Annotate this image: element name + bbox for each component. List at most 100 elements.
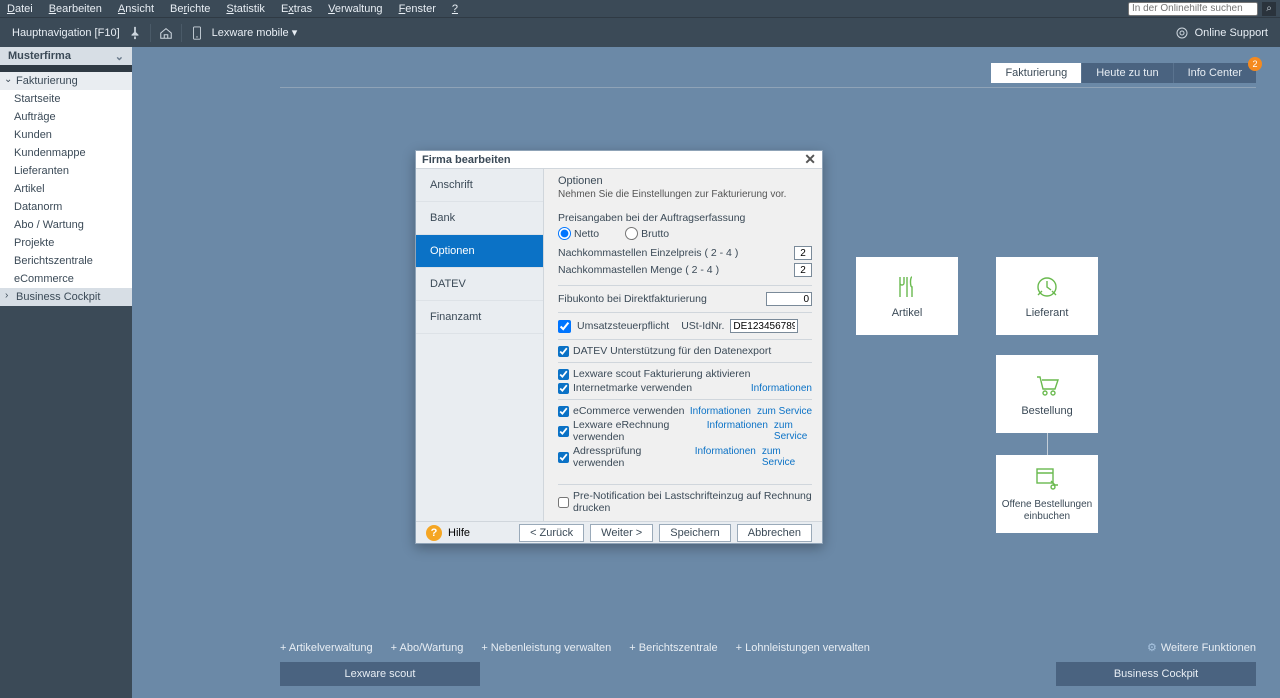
sidebar: Musterfirma ⌄ Fakturierung Startseite Au…	[0, 47, 132, 698]
nav-projekte[interactable]: Projekte	[0, 234, 132, 252]
lexware-mobile-dropdown[interactable]: Lexware mobile ▾	[212, 26, 298, 39]
nav-abo-wartung[interactable]: Abo / Wartung	[0, 216, 132, 234]
info-center-badge: 2	[1248, 57, 1262, 71]
content-divider	[280, 87, 1256, 88]
nav-berichtszentrale[interactable]: Berichtszentrale	[0, 252, 132, 270]
home-icon[interactable]	[159, 25, 173, 41]
dialog-title: Firma bearbeiten	[422, 154, 511, 166]
more-functions-link[interactable]: ⚙Weitere Funktionen	[1147, 641, 1256, 654]
save-button[interactable]: Speichern	[659, 524, 731, 542]
erech-info-link[interactable]: Informationen	[707, 420, 768, 442]
nav-datanorm[interactable]: Datanorm	[0, 198, 132, 216]
book-cart-icon	[1033, 465, 1061, 493]
datev-label: DATEV Unterstützung für den Datenexport	[573, 345, 771, 357]
tab-fakturierung[interactable]: Fakturierung	[991, 63, 1082, 83]
pin-icon[interactable]	[128, 25, 142, 41]
help-button[interactable]: ? Hilfe	[426, 525, 470, 541]
support-icon	[1175, 26, 1189, 40]
tile-artikel[interactable]: Artikel	[856, 257, 958, 335]
ustid-label: USt-IdNr.	[681, 320, 724, 332]
ecom-service-link[interactable]: zum Service	[757, 406, 812, 417]
tab-info-center[interactable]: Info Center2	[1174, 63, 1256, 83]
ust-checkbox[interactable]	[558, 320, 571, 333]
cancel-button[interactable]: Abbrechen	[737, 524, 812, 542]
datev-checkbox[interactable]	[558, 346, 569, 357]
link-nebenleistung[interactable]: Nebenleistung verwalten	[481, 642, 611, 654]
nk1-input[interactable]	[794, 246, 812, 260]
scout-checkbox[interactable]	[558, 369, 569, 380]
help-search-input[interactable]	[1128, 2, 1258, 16]
menu-datei[interactable]: Datei	[4, 2, 36, 16]
business-cockpit-button[interactable]: Business Cockpit	[1056, 662, 1256, 686]
options-pane: Optionen Nehmen Sie die Einstellungen zu…	[544, 169, 822, 521]
menu-help[interactable]: ?	[449, 2, 461, 16]
nav-lieferanten[interactable]: Lieferanten	[0, 162, 132, 180]
navtab-datev[interactable]: DATEV	[416, 268, 543, 301]
nav-artikel[interactable]: Artikel	[0, 180, 132, 198]
navtab-anschrift[interactable]: Anschrift	[416, 169, 543, 202]
search-icon[interactable]: ⌕	[1262, 2, 1276, 16]
link-artikelverwaltung[interactable]: Artikelverwaltung	[280, 642, 373, 654]
navtab-optionen[interactable]: Optionen	[416, 235, 543, 268]
help-icon: ?	[426, 525, 442, 541]
ustid-input[interactable]	[730, 319, 798, 333]
menu-statistik[interactable]: Statistik	[223, 2, 268, 16]
tile-artikel-label: Artikel	[892, 307, 923, 319]
company-selector[interactable]: Musterfirma ⌄	[0, 47, 132, 65]
prenot-checkbox[interactable]	[558, 497, 569, 508]
prenot-label: Pre-Notification bei Lastschrifteinzug a…	[573, 490, 812, 514]
menu-berichte[interactable]: Berichte	[167, 2, 213, 16]
ecom-checkbox[interactable]	[558, 406, 569, 417]
nav-kundenmappe[interactable]: Kundenmappe	[0, 144, 132, 162]
fibu-input[interactable]	[766, 292, 812, 306]
hauptnavigation-label[interactable]: Hauptnavigation [F10]	[12, 27, 120, 39]
menu-verwaltung[interactable]: Verwaltung	[325, 2, 385, 16]
nk2-label: Nachkommastellen Menge ( 2 - 4 )	[558, 264, 788, 276]
cart-icon	[1033, 371, 1061, 399]
back-button[interactable]: < Zurück	[519, 524, 584, 542]
imarke-checkbox[interactable]	[558, 383, 569, 394]
imarke-info-link[interactable]: Informationen	[751, 383, 812, 394]
radio-netto[interactable]: Netto	[558, 227, 599, 240]
dialog-titlebar: Firma bearbeiten ✕	[416, 151, 822, 169]
toolbar: Hauptnavigation [F10] Lexware mobile ▾ O…	[0, 17, 1280, 47]
navtab-bank[interactable]: Bank	[416, 202, 543, 235]
nav-auftraege[interactable]: Aufträge	[0, 108, 132, 126]
menu-bearbeiten[interactable]: Bearbeiten	[46, 2, 105, 16]
nav-kunden[interactable]: Kunden	[0, 126, 132, 144]
link-berichtszentrale[interactable]: Berichtszentrale	[629, 642, 717, 654]
adr-checkbox[interactable]	[558, 452, 569, 463]
tab-heute-zu-tun[interactable]: Heute zu tun	[1082, 63, 1173, 83]
nav-section-fakturierung[interactable]: Fakturierung	[0, 72, 132, 90]
menu-fenster[interactable]: Fenster	[396, 2, 439, 16]
menu-extras[interactable]: Extras	[278, 2, 315, 16]
nav-ecommerce[interactable]: eCommerce	[0, 270, 132, 288]
chevron-down-icon: ⌄	[115, 50, 124, 63]
erech-checkbox[interactable]	[558, 426, 569, 437]
dialog-footer: ? Hilfe < Zurück Weiter > Speichern Abbr…	[416, 521, 822, 543]
lexware-scout-button[interactable]: Lexware scout	[280, 662, 480, 686]
erech-service-link[interactable]: zum Service	[774, 420, 812, 442]
tile-bestellung[interactable]: Bestellung	[996, 355, 1098, 433]
nk2-input[interactable]	[794, 263, 812, 277]
ecom-info-link[interactable]: Informationen	[690, 406, 751, 417]
nav-section-business-cockpit[interactable]: Business Cockpit	[0, 288, 132, 306]
tile-lieferant[interactable]: Lieferant	[996, 257, 1098, 335]
link-lohnleistungen[interactable]: Lohnleistungen verwalten	[736, 642, 870, 654]
adr-label: Adressprüfung verwenden	[573, 445, 691, 469]
nk1-label: Nachkommastellen Einzelpreis ( 2 - 4 )	[558, 247, 788, 259]
close-icon[interactable]: ✕	[804, 151, 816, 168]
tile-bestellung-label: Bestellung	[1021, 405, 1072, 417]
adr-service-link[interactable]: zum Service	[762, 446, 812, 468]
scout-label: Lexware scout Fakturierung aktivieren	[573, 368, 750, 380]
flow-connector	[1047, 433, 1048, 455]
next-button[interactable]: Weiter >	[590, 524, 653, 542]
tile-offene-bestellungen[interactable]: Offene Bestellungen einbuchen	[996, 455, 1098, 533]
link-abo-wartung[interactable]: Abo/Wartung	[391, 642, 464, 654]
nav-startseite[interactable]: Startseite	[0, 90, 132, 108]
menu-ansicht[interactable]: Ansicht	[115, 2, 157, 16]
adr-info-link[interactable]: Informationen	[695, 446, 756, 468]
navtab-finanzamt[interactable]: Finanzamt	[416, 301, 543, 334]
radio-brutto[interactable]: Brutto	[625, 227, 669, 240]
online-support-link[interactable]: Online Support	[1195, 27, 1268, 39]
